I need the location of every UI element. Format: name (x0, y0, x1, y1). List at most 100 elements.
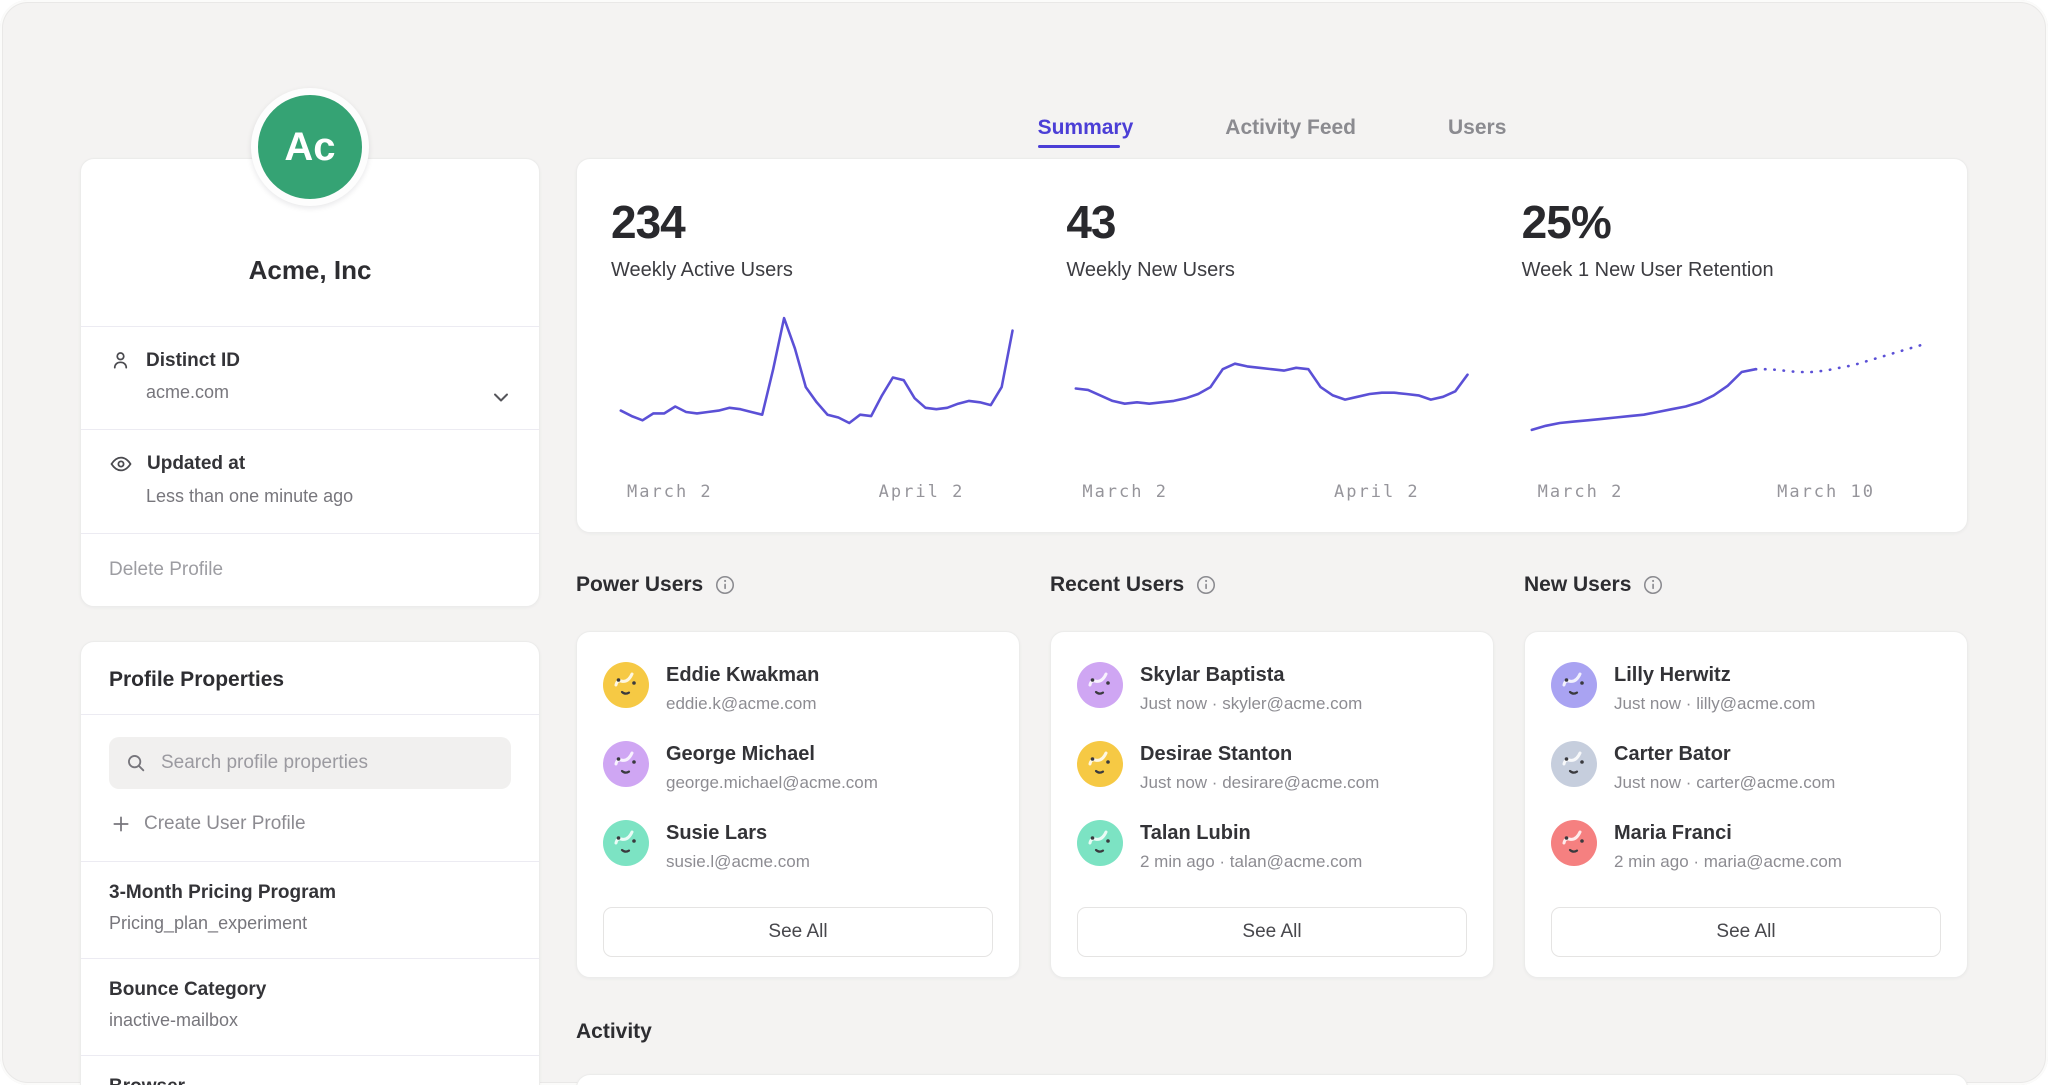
see-all-button[interactable]: See All (1551, 907, 1941, 957)
user-subtitle: george.michael@acme.com (666, 773, 878, 793)
info-icon[interactable] (1642, 574, 1664, 596)
x-axis-tick-label: March 2 (627, 482, 713, 502)
person-icon (109, 349, 132, 372)
activity-card: 2342403.4k (576, 1074, 1968, 1085)
section-header: Recent Users (1050, 573, 1494, 597)
metric-block: 43 Weekly New Users March 2April 2 (1066, 195, 1477, 508)
x-axis-labels: March 2March 10 (1522, 482, 1933, 502)
user-sections: Power Users Eddie Kwakmaneddie.k@acme.com… (576, 573, 1968, 978)
metric-label: Weekly Active Users (611, 259, 1022, 282)
profile-properties-title: Profile Properties (81, 642, 539, 714)
metric-block: 25%Week 1 New User RetentionMarch 2March… (1522, 195, 1933, 508)
user-row[interactable]: Desirae StantonJust now · desirare@acme.… (1077, 741, 1467, 793)
user-avatar (1551, 741, 1597, 787)
tab-summary[interactable]: Summary (1038, 116, 1134, 158)
user-subtitle: 2 min ago · talan@acme.com (1140, 852, 1362, 872)
profile-properties-card: Profile Properties (80, 641, 540, 1085)
field-row-distinct-id[interactable]: Distinct ID acme.com (81, 327, 539, 429)
app-window: Ac Acme, Inc Distinct ID acme.com (0, 0, 2048, 1085)
main-content: Summary Activity Feed Users 234Weekly Ac… (576, 0, 1968, 1085)
create-user-profile-label: Create User Profile (144, 813, 306, 835)
tab-activity-feed[interactable]: Activity Feed (1225, 116, 1356, 158)
user-row[interactable]: Skylar BaptistaJust now · skyler@acme.co… (1077, 662, 1467, 714)
tab-bar: Summary Activity Feed Users (576, 0, 1968, 158)
metric-block: 234Weekly Active UsersMarch 2April 2 (611, 195, 1022, 508)
user-avatar-icon (1551, 820, 1597, 866)
property-row[interactable]: Bounce Category inactive-mailbox (81, 959, 539, 1055)
user-name: Desirae Stanton (1140, 741, 1379, 766)
field-label: Updated at (147, 453, 245, 475)
info-icon[interactable] (714, 574, 736, 596)
user-row[interactable]: Susie Lars susie.l@acme.com (603, 820, 993, 872)
field-value: Less than one minute ago (146, 486, 511, 507)
user-avatar (603, 662, 649, 708)
metric-value: 43 (1066, 195, 1477, 249)
property-row[interactable]: 3-Month Pricing Program Pricing_plan_exp… (81, 862, 539, 958)
metric-label: Weekly New Users (1066, 259, 1477, 282)
chevron-down-icon[interactable] (489, 385, 513, 409)
plus-icon (111, 814, 131, 834)
user-name: Lilly Herwitz (1614, 662, 1815, 687)
tab-users[interactable]: Users (1448, 116, 1506, 158)
user-text: Maria Franci2 min ago · maria@acme.com (1614, 820, 1842, 872)
metric-sparkline (1522, 308, 1933, 458)
section-title: Recent Users (1050, 573, 1184, 597)
user-subtitle: Just now · carter@acme.com (1614, 773, 1835, 793)
user-avatar-icon (1077, 820, 1123, 866)
x-axis-tick-label: April 2 (1334, 482, 1420, 502)
user-list-card: Lilly HerwitzJust now · lilly@acme.com Ca… (1524, 631, 1968, 978)
metric-value: 25% (1522, 195, 1933, 249)
user-text: Talan Lubin 2 min ago · talan@acme.com (1140, 820, 1362, 872)
see-all-button[interactable]: See All (1077, 907, 1467, 957)
profile-sidebar: Ac Acme, Inc Distinct ID acme.com (80, 0, 540, 1085)
user-text: Skylar BaptistaJust now · skyler@acme.co… (1140, 662, 1362, 714)
field-row-updated-at: Updated at Less than one minute ago (81, 430, 539, 533)
user-row[interactable]: Lilly HerwitzJust now · lilly@acme.com (1551, 662, 1941, 714)
user-name: George Michael (666, 741, 878, 766)
user-avatar-icon (1551, 662, 1597, 708)
user-avatar-icon (1077, 741, 1123, 787)
search-wrap (81, 715, 539, 793)
user-name: Talan Lubin (1140, 820, 1362, 845)
user-avatar (1077, 662, 1123, 708)
search-icon (125, 752, 147, 774)
property-value: inactive-mailbox (109, 1010, 511, 1031)
user-row[interactable]: Eddie Kwakmaneddie.k@acme.com (603, 662, 993, 714)
field-value: acme.com (146, 382, 511, 403)
user-avatar-icon (1077, 662, 1123, 708)
user-avatar-icon (603, 820, 649, 866)
property-row[interactable]: Browser Chrome (81, 1056, 539, 1085)
user-list-card: Eddie Kwakmaneddie.k@acme.com George Mich… (576, 631, 1020, 978)
user-name: Susie Lars (666, 820, 810, 845)
search-profile-properties-input[interactable] (159, 751, 495, 775)
create-user-profile-button[interactable]: Create User Profile (81, 793, 539, 861)
user-row[interactable]: Talan Lubin 2 min ago · talan@acme.com (1077, 820, 1467, 872)
see-all-button[interactable]: See All (603, 907, 993, 957)
eye-icon (109, 452, 133, 476)
user-row[interactable]: Maria Franci2 min ago · maria@acme.com (1551, 820, 1941, 872)
summary-metrics-card: 234Weekly Active UsersMarch 2April 243We… (576, 158, 1968, 533)
section-header: Power Users (576, 573, 1020, 597)
user-avatar (603, 741, 649, 787)
user-text: George Michael george.michael@acme.com (666, 741, 878, 793)
user-subtitle: susie.l@acme.com (666, 852, 810, 872)
user-avatar-icon (603, 741, 649, 787)
property-value: Pricing_plan_experiment (109, 913, 511, 934)
user-row[interactable]: Carter Bator Just now · carter@acme.com (1551, 741, 1941, 793)
user-avatar (603, 820, 649, 866)
user-avatar-icon (1551, 741, 1597, 787)
user-name: Skylar Baptista (1140, 662, 1362, 687)
delete-profile-button[interactable]: Delete Profile (81, 534, 539, 606)
x-axis-labels: March 2April 2 (611, 482, 1022, 502)
user-name: Carter Bator (1614, 741, 1835, 766)
property-name: Bounce Category (109, 979, 511, 1001)
user-row[interactable]: George Michael george.michael@acme.com (603, 741, 993, 793)
x-axis-labels: March 2April 2 (1066, 482, 1477, 502)
user-avatar (1077, 820, 1123, 866)
info-icon[interactable] (1195, 574, 1217, 596)
user-avatar (1077, 741, 1123, 787)
user-section: New UsersLilly HerwitzJust now · lilly@a… (1524, 573, 1968, 978)
page-layout: Ac Acme, Inc Distinct ID acme.com (0, 0, 2048, 1085)
user-avatar (1551, 662, 1597, 708)
user-avatar (1551, 820, 1597, 866)
